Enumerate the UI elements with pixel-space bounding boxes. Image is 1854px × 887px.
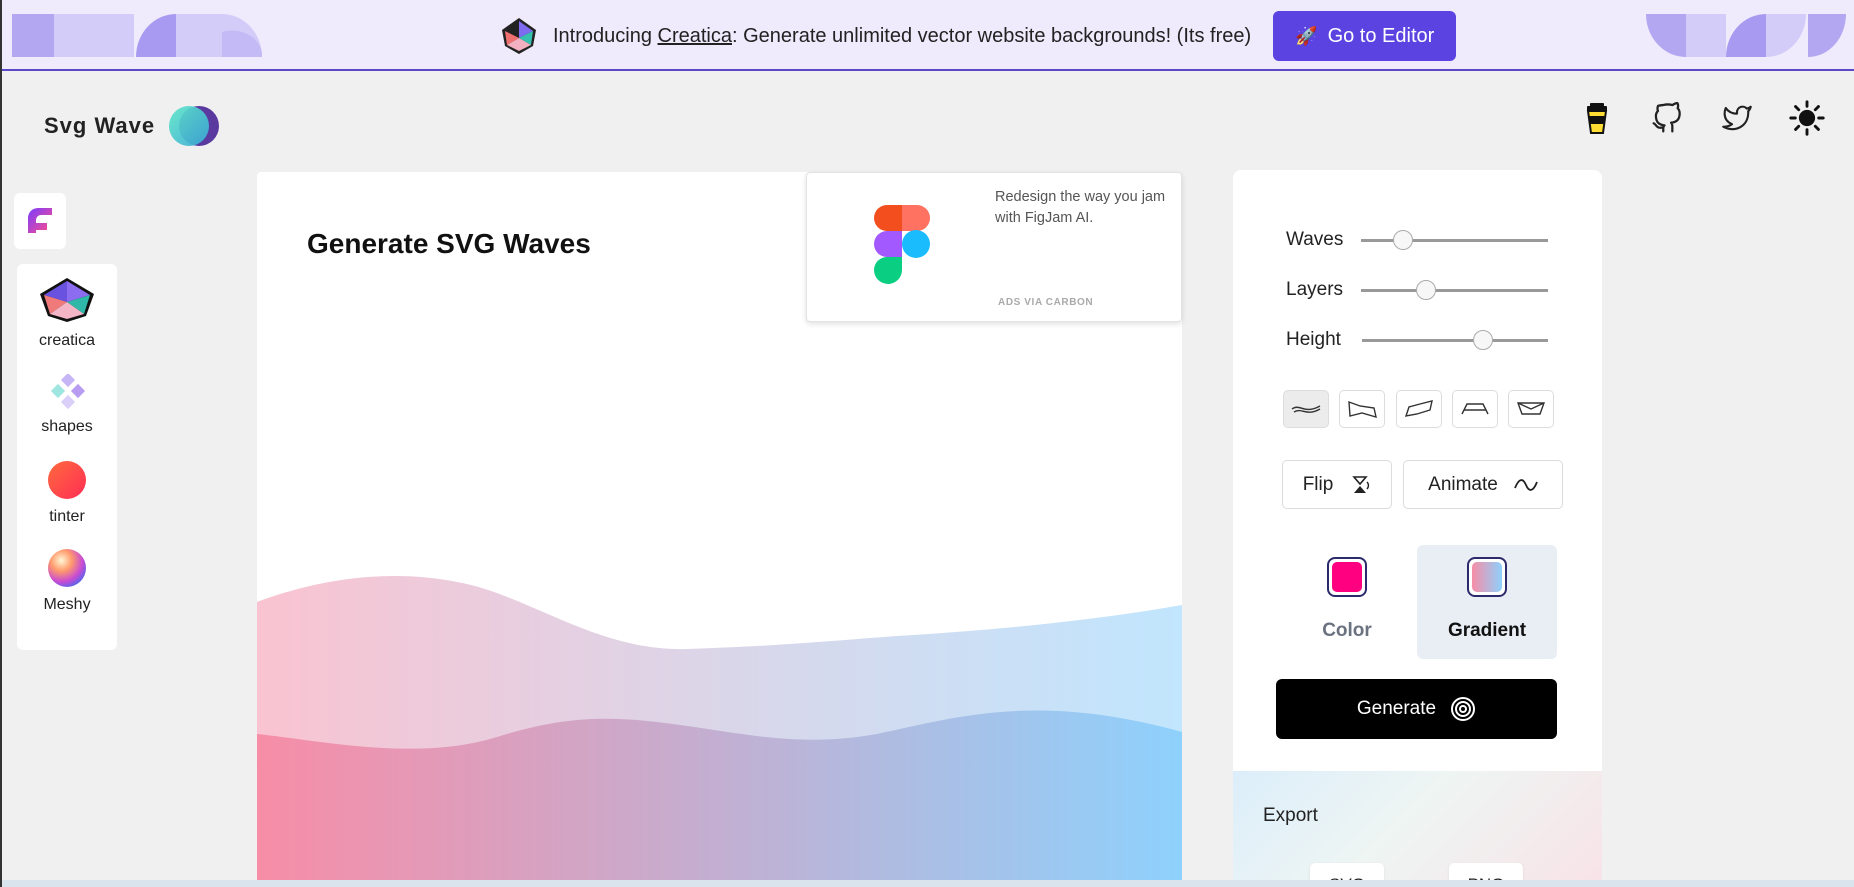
browser-page: Introducing Creatica: Generate unlimited… — [0, 0, 1854, 887]
wave-shape-smooth-button[interactable] — [1283, 390, 1329, 428]
banner-decoration-left — [12, 14, 262, 57]
creatica-logo-icon — [502, 18, 536, 54]
figma-logo-icon — [874, 205, 930, 284]
shapes-icon — [50, 374, 86, 410]
gradient-swatch — [1467, 557, 1507, 597]
layers-slider-row: Layers — [1286, 275, 1566, 305]
brand[interactable]: Svg Wave — [44, 104, 221, 148]
target-icon — [1451, 697, 1476, 721]
flip-label: Flip — [1302, 473, 1334, 495]
wave-shape-bowl-button[interactable] — [1508, 390, 1554, 428]
github-icon[interactable] — [1649, 100, 1685, 136]
fill-option-color-label: Color — [1322, 620, 1372, 641]
svgwave-logo-icon — [169, 106, 220, 146]
banner-decoration-right — [1646, 14, 1846, 57]
banner-message: Introducing Creatica: Generate unlimited… — [553, 25, 1251, 48]
sidebar-item-label: shapes — [41, 418, 93, 435]
fill-option-color[interactable]: Color — [1277, 545, 1417, 659]
sun-icon[interactable] — [1789, 100, 1825, 136]
flip-icon — [1352, 475, 1370, 493]
banner-text-suffix: : Generate unlimited vector website back… — [732, 24, 1252, 47]
creatica-icon — [40, 278, 94, 322]
control-panel: Waves Layers Height Flip Animate Color G… — [1233, 170, 1602, 887]
generate-label: Generate — [1356, 698, 1437, 719]
sidebar-item-tinter[interactable]: tinter — [17, 460, 117, 526]
fffuel-logo-icon — [28, 208, 52, 233]
height-slider-track[interactable] — [1362, 339, 1548, 342]
ad-via-carbon[interactable]: ADS VIA CARBON — [998, 297, 1093, 308]
waves-slider-track[interactable] — [1361, 239, 1548, 242]
peak-wave-icon — [1404, 400, 1433, 417]
export-title: Export — [1263, 805, 1318, 826]
flat-top-wave-icon — [1461, 403, 1489, 415]
waves-slider-label: Waves — [1286, 229, 1344, 250]
layers-slider-label: Layers — [1286, 279, 1344, 300]
waves-slider-thumb[interactable] — [1393, 230, 1413, 250]
fill-option-gradient-label: Gradient — [1447, 620, 1527, 641]
sidebar-item-label: creatica — [38, 332, 96, 349]
smooth-wave-icon — [1291, 405, 1321, 413]
sidebar-item-label: tinter — [49, 508, 85, 525]
sidebar-item-shapes[interactable]: shapes — [17, 374, 117, 436]
color-swatch — [1327, 557, 1367, 597]
export-section: Export SVG PNG — [1233, 771, 1602, 887]
page-title: Generate SVG Waves — [307, 228, 591, 259]
flip-button[interactable]: Flip — [1282, 460, 1392, 509]
sidebar-item-label: Meshy — [43, 596, 91, 613]
go-to-editor-button[interactable]: 🚀 Go to Editor — [1273, 11, 1457, 61]
creatica-link[interactable]: Creatica — [658, 25, 732, 47]
tinter-icon — [48, 461, 86, 499]
animate-label: Animate — [1428, 473, 1498, 495]
ad-text: Redesign the way you jam with FigJam AI. — [995, 189, 1166, 226]
coffee-cup-icon[interactable] — [1579, 100, 1615, 136]
generate-button[interactable]: Generate — [1276, 679, 1557, 739]
height-slider-thumb[interactable] — [1473, 330, 1493, 350]
announcement-banner: Introducing Creatica: Generate unlimited… — [2, 0, 1854, 71]
wave-shape-step-button[interactable] — [1339, 390, 1385, 428]
top-nav-icons — [1579, 100, 1825, 136]
meshy-icon — [48, 549, 86, 587]
wave-shape-peak-button[interactable] — [1396, 390, 1442, 428]
bowl-wave-icon — [1517, 402, 1545, 415]
banner-text-prefix: Introducing — [553, 24, 658, 47]
waves-slider-row: Waves — [1286, 225, 1566, 255]
rocket-icon: 🚀 — [1295, 25, 1318, 46]
height-slider-label: Height — [1286, 329, 1341, 350]
go-to-editor-label: Go to Editor — [1327, 24, 1435, 47]
twitter-icon[interactable] — [1719, 100, 1755, 136]
app-switcher-logo[interactable] — [14, 193, 66, 249]
layers-slider-track[interactable] — [1361, 289, 1548, 292]
carbon-ad[interactable]: Redesign the way you jam with FigJam AI.… — [806, 172, 1182, 322]
layers-slider-thumb[interactable] — [1416, 280, 1436, 300]
height-slider-row: Height — [1286, 325, 1566, 355]
fill-option-gradient[interactable]: Gradient — [1417, 545, 1557, 659]
sidebar-item-meshy[interactable]: Meshy — [17, 548, 117, 614]
app-sidebar: creatica shapes tinter Meshy — [17, 264, 117, 650]
sine-wave-icon — [1514, 478, 1538, 491]
wave-shape-flat-top-button[interactable] — [1452, 390, 1498, 428]
step-wave-icon — [1348, 400, 1377, 418]
animate-button[interactable]: Animate — [1403, 460, 1563, 509]
sidebar-item-creatica[interactable]: creatica — [17, 276, 117, 350]
brand-name: Svg Wave — [44, 113, 156, 138]
horizontal-scrollbar[interactable] — [2, 880, 1854, 887]
